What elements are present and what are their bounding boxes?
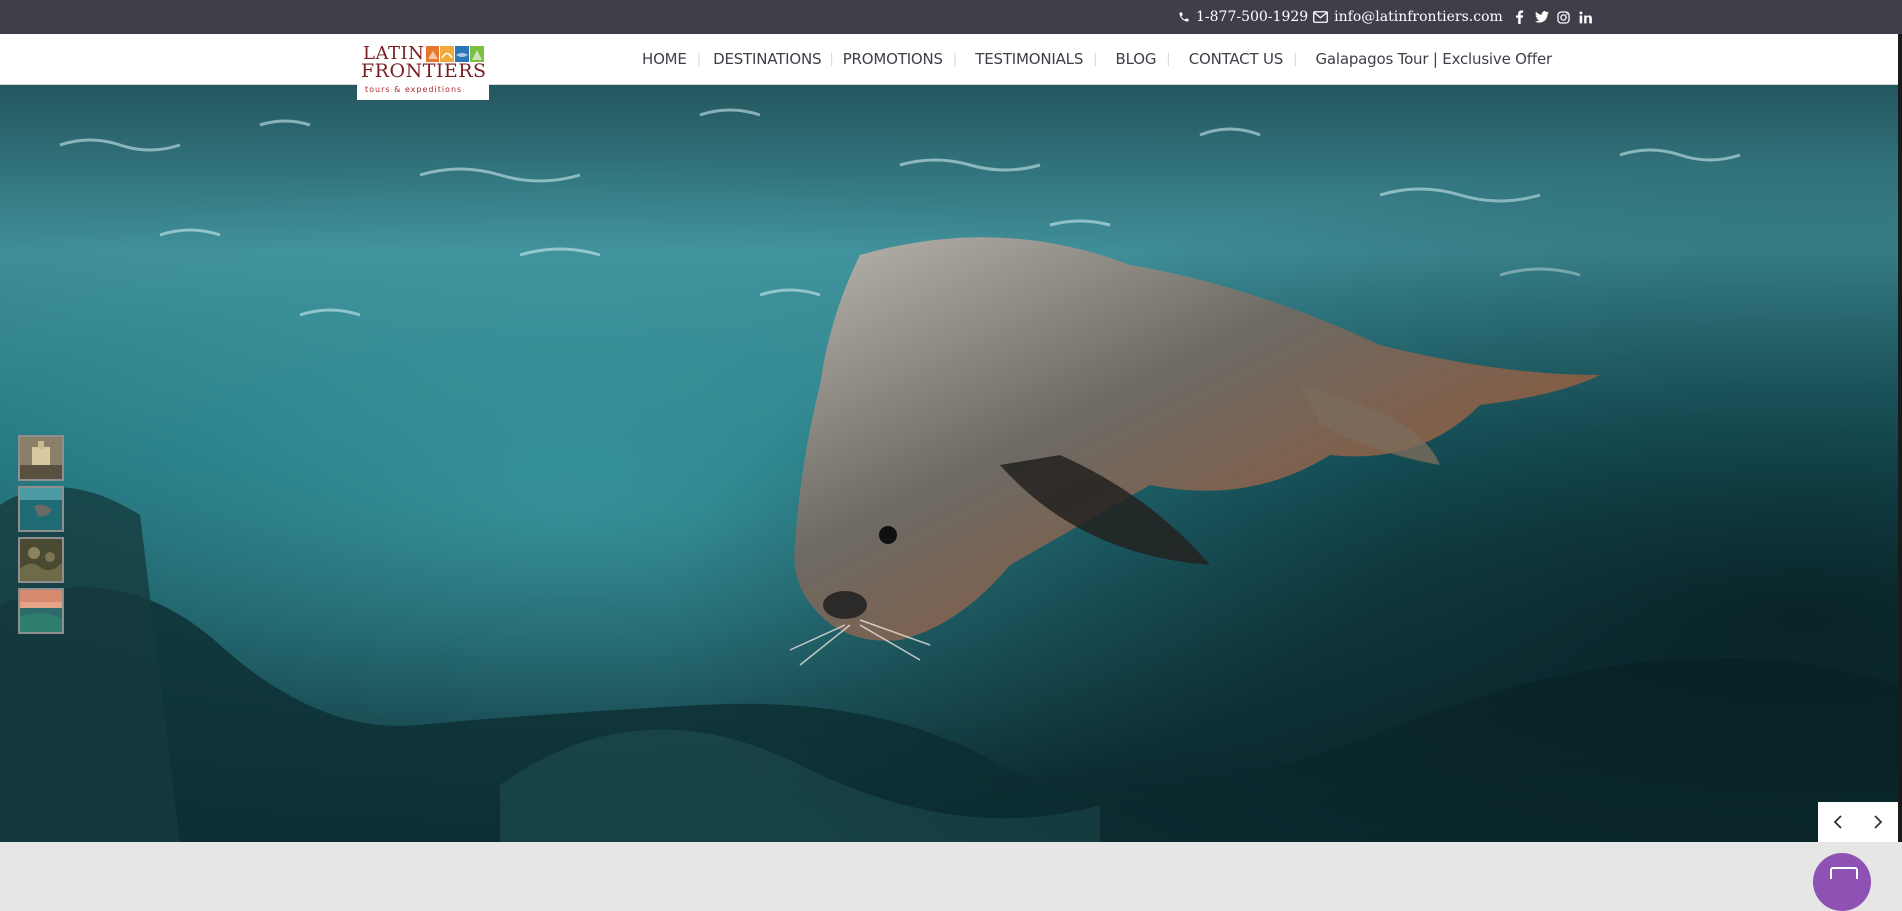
nav-testimonials[interactable]: TESTIMONIALS: [975, 50, 1083, 68]
phone-number-link[interactable]: 1-877-500-1929: [1196, 9, 1308, 25]
chat-widget-button[interactable]: [1813, 853, 1871, 911]
nav-contact-us[interactable]: CONTACT US: [1189, 50, 1284, 68]
content-section-top: [0, 842, 1902, 872]
facebook-icon[interactable]: [1513, 10, 1527, 24]
email-link[interactable]: info@latinfrontiers.com: [1334, 9, 1503, 25]
nav-destinations[interactable]: DESTINATIONS: [713, 50, 821, 68]
logo-word-frontiers: FRONTIERS: [361, 60, 487, 82]
nav-separator: |: [696, 51, 702, 67]
site-logo[interactable]: LATIN FRONTIERS tours & expeditions: [357, 39, 489, 100]
hero-slider: [0, 85, 1898, 842]
nav-separator: |: [1093, 51, 1098, 67]
nav-separator: |: [952, 51, 958, 67]
nav-menu: HOME | DESTINATIONS | PROMOTIONS | TESTI…: [642, 34, 1552, 84]
chat-icon: [1830, 867, 1858, 879]
linkedin-icon[interactable]: [1579, 10, 1593, 24]
chevron-left-icon: [1833, 815, 1842, 829]
social-links: [1513, 10, 1593, 24]
top-contact-bar: 1-877-500-1929 info@latinfrontiers.com: [0, 0, 1902, 34]
slider-thumbnail[interactable]: [18, 537, 64, 583]
hero-image-sea-lion: [0, 85, 1898, 842]
instagram-icon[interactable]: [1557, 10, 1571, 24]
main-navbar: LATIN FRONTIERS tours & expeditions HOME…: [0, 34, 1898, 100]
slider-prev-button[interactable]: [1818, 802, 1858, 842]
chevron-right-icon: [1874, 815, 1883, 829]
nav-blog[interactable]: BLOG: [1116, 50, 1157, 68]
nav-galapagos-offer[interactable]: Galapagos Tour | Exclusive Offer: [1315, 50, 1552, 68]
slider-thumbnail[interactable]: [18, 435, 64, 481]
slider-next-button[interactable]: [1858, 802, 1898, 842]
nav-separator: |: [1166, 51, 1171, 67]
twitter-icon[interactable]: [1534, 10, 1549, 24]
nav-home[interactable]: HOME: [642, 50, 687, 68]
nav-separator: |: [1293, 51, 1298, 67]
nav-promotions[interactable]: PROMOTIONS: [843, 50, 943, 68]
slider-thumbnails: [18, 435, 64, 634]
nav-separator: |: [829, 51, 834, 67]
slider-thumbnail[interactable]: [18, 588, 64, 634]
phone-icon: [1178, 11, 1190, 23]
slider-thumbnail-active[interactable]: [18, 486, 64, 532]
contact-info: 1-877-500-1929 info@latinfrontiers.com: [1178, 0, 1593, 34]
logo-tagline: tours & expeditions: [365, 85, 463, 94]
slider-arrow-controls: [1818, 802, 1898, 842]
page-scrollbar[interactable]: [1898, 34, 1902, 842]
envelope-icon: [1313, 11, 1329, 23]
